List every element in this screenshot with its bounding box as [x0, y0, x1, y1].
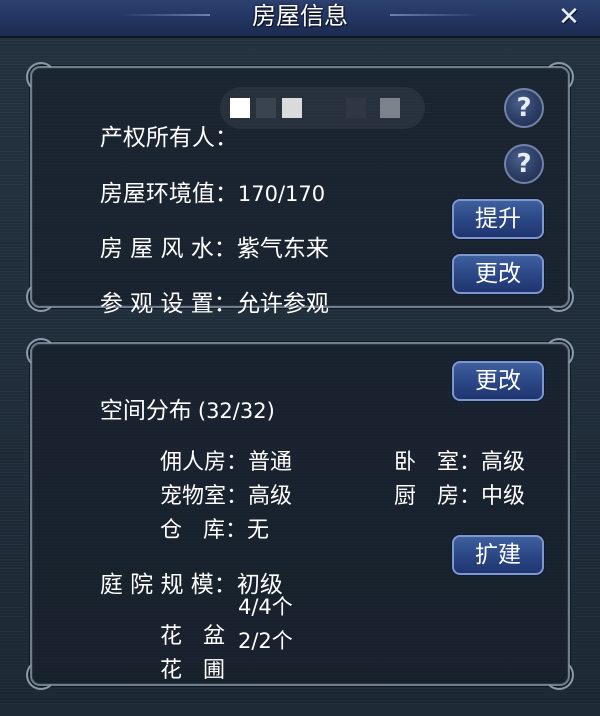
yard-item-label: 花 圃	[159, 658, 225, 683]
corner-ornament	[544, 660, 574, 690]
owner-name-redacted	[220, 87, 425, 129]
visit-label: 参 观 设 置：	[99, 291, 237, 317]
room-value: 中级	[480, 484, 525, 509]
house-info-window: 房屋信息 ✕ 产权所有人： ? 房屋环境值：170/170 ? 房 屋 风 水：…	[0, 0, 600, 704]
corner-ornament	[26, 660, 56, 690]
corner-ornament	[26, 62, 56, 92]
expand-button[interactable]: 扩建	[452, 535, 544, 575]
corner-ornament	[544, 282, 574, 312]
title-bar: 房屋信息 ✕	[0, 0, 600, 38]
yard-item-flowerbed-value: 2/2个	[238, 629, 293, 653]
corner-ornament	[26, 282, 56, 312]
room-label: 厨 房：	[393, 484, 481, 509]
window-title: 房屋信息	[252, 2, 348, 30]
change-space-button[interactable]: 更改	[452, 361, 544, 401]
space-panel: 空间分布 (32/32) 更改 佣人房：普通 卧 室：高级 宠物室：高级 厨 房：…	[26, 338, 574, 690]
house-info-panel: 产权所有人： ? 房屋环境值：170/170 ? 房 屋 风 水：紫气东来 提升…	[26, 62, 574, 317]
visit-row: 参 观 设 置：允许参观	[56, 259, 329, 349]
owner-help-button[interactable]: ?	[504, 88, 544, 128]
change-visit-button[interactable]: 更改	[452, 254, 544, 294]
yard-item-flowerbed: 花 圃	[118, 626, 225, 716]
owner-label: 产权所有人：	[99, 125, 238, 151]
upgrade-button[interactable]: 提升	[452, 199, 544, 239]
environment-value: 170/170	[237, 182, 326, 206]
close-icon[interactable]: ✕	[554, 2, 584, 32]
visit-value: 允许参观	[236, 291, 329, 317]
environment-help-button[interactable]: ?	[504, 144, 544, 184]
corner-ornament	[26, 338, 56, 368]
corner-ornament	[544, 62, 574, 92]
yard-item-flowerpot-value: 4/4个	[238, 595, 293, 619]
corner-ornament	[544, 338, 574, 368]
room-kitchen: 厨 房：中级	[352, 452, 525, 542]
